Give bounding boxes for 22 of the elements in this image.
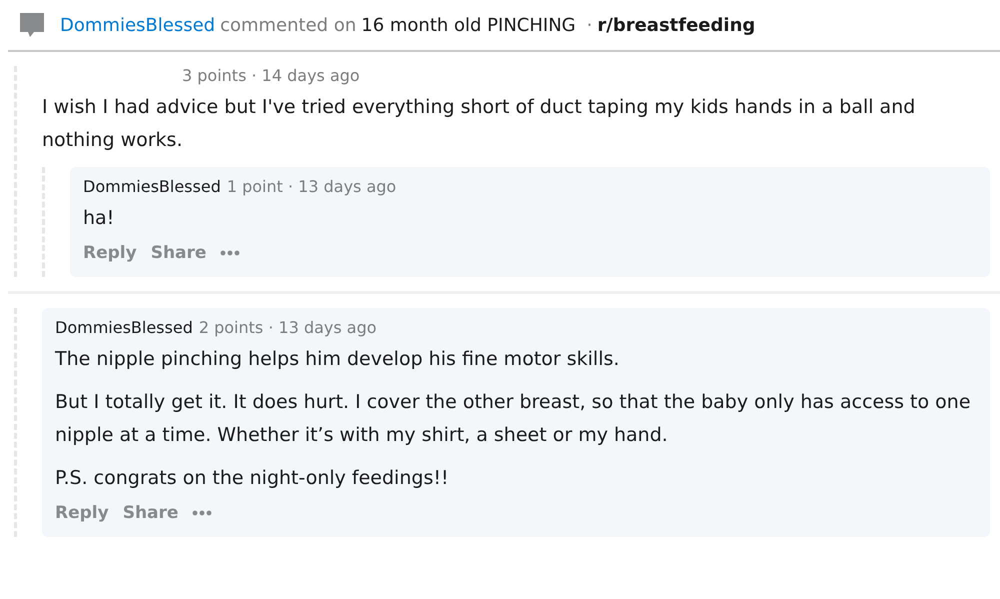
separator-dot: · (586, 14, 592, 36)
comment-author[interactable]: DommiesBlessed (55, 318, 193, 337)
more-icon[interactable] (220, 250, 240, 256)
share-button[interactable]: Share (122, 499, 178, 527)
comment-text: The nipple pinching helps him develop his fine motor skills. (55, 347, 620, 372)
author-link[interactable]: DommiesBlessed (60, 14, 216, 36)
comment-text: ha! (83, 206, 116, 231)
share-button[interactable]: Share (150, 239, 206, 267)
comment-text: P.S. congrats on the night-only feedings!! (55, 466, 450, 491)
reply-button[interactable]: Reply (83, 239, 137, 267)
comment-meta: 3 points · 14 days ago (182, 66, 360, 85)
comment-text: But I totally get it. It does hurt. I cover the other breast, so that the baby only has access to one nipple at a time. Whether it’s with my shirt, a sheet or my hand. (55, 390, 972, 448)
comment-author[interactable]: DommiesBlessed (83, 177, 221, 196)
comment-meta: 2 points · 13 days ago (198, 318, 377, 337)
post-title[interactable]: 16 month old PINCHING (361, 14, 576, 36)
comment-meta: 1 point · 13 days ago (226, 177, 396, 196)
comment-icon (18, 11, 46, 39)
action-text: commented on (220, 14, 356, 36)
reply-button[interactable]: Reply (55, 499, 109, 527)
more-icon[interactable] (192, 510, 212, 516)
comment-text: I wish I had advice but I've tried everything short of duct taping my kids hands in a ball and nothing works. (42, 95, 916, 153)
subreddit-link[interactable]: r/breastfeeding (597, 14, 756, 36)
